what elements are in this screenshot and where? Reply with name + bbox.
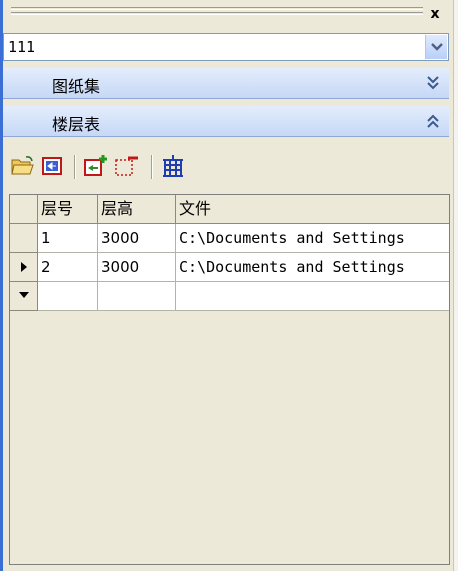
- column-header-floor[interactable]: 层号: [38, 195, 98, 224]
- combo-dropdown-button[interactable]: [425, 35, 447, 59]
- floor-toolbar: [3, 145, 453, 187]
- chevron-down-icon: [430, 43, 443, 51]
- cell-height[interactable]: 3000: [98, 253, 176, 282]
- table-row-new[interactable]: [10, 282, 449, 311]
- floor-table-grid[interactable]: 层号 层高 文件 1 3000 C:\Documents and Setting…: [9, 194, 450, 565]
- column-header-file[interactable]: 文件: [176, 195, 449, 224]
- chevron-double-down-icon[interactable]: [425, 74, 441, 92]
- current-row-arrow-icon: [20, 262, 27, 272]
- column-header-height[interactable]: 层高: [98, 195, 176, 224]
- table-row[interactable]: 2 3000 C:\Documents and Settings: [10, 253, 449, 282]
- section-floor-table[interactable]: 楼层表: [3, 106, 449, 137]
- chevron-double-up-icon[interactable]: [425, 112, 441, 130]
- delete-floor-icon: [115, 156, 138, 176]
- cell-height[interactable]: [98, 282, 176, 311]
- layer-combo-value: 111: [8, 38, 36, 56]
- cell-floor[interactable]: [38, 282, 98, 311]
- panel-title-bar[interactable]: x: [3, 0, 453, 30]
- import-floor-button[interactable]: [39, 153, 65, 179]
- row-selector[interactable]: [10, 282, 38, 311]
- open-button[interactable]: [10, 153, 36, 179]
- add-floor-button[interactable]: [83, 153, 109, 179]
- close-button[interactable]: x: [426, 5, 444, 22]
- close-icon: x: [430, 5, 440, 22]
- header-corner[interactable]: [10, 195, 38, 224]
- right-frame-edge: [453, 0, 458, 571]
- open-folder-icon: [11, 156, 34, 175]
- delete-floor-button[interactable]: [114, 153, 140, 179]
- add-floor-icon: [84, 155, 107, 176]
- building-button[interactable]: [160, 153, 186, 179]
- row-selector[interactable]: [10, 253, 38, 282]
- import-floor-icon: [42, 157, 62, 175]
- new-row-dropdown-icon: [18, 292, 29, 298]
- section-drawing-set[interactable]: 图纸集: [3, 68, 449, 99]
- cell-floor[interactable]: 2: [38, 253, 98, 282]
- cell-file[interactable]: C:\Documents and Settings: [176, 253, 449, 282]
- toolbar-separator: [151, 155, 153, 179]
- row-selector[interactable]: [10, 224, 38, 253]
- cell-file[interactable]: [176, 282, 449, 311]
- table-row[interactable]: 1 3000 C:\Documents and Settings: [10, 224, 449, 253]
- table-header-row: 层号 层高 文件: [10, 195, 449, 224]
- building-icon: [163, 155, 183, 177]
- toolbar-separator: [74, 155, 76, 179]
- drag-grip[interactable]: [11, 7, 423, 17]
- cell-floor[interactable]: 1: [38, 224, 98, 253]
- cell-file[interactable]: C:\Documents and Settings: [176, 224, 449, 253]
- section-drawing-set-label: 图纸集: [52, 77, 101, 96]
- cell-height[interactable]: 3000: [98, 224, 176, 253]
- section-floor-table-label: 楼层表: [52, 115, 101, 134]
- layer-combo[interactable]: 111: [3, 33, 449, 61]
